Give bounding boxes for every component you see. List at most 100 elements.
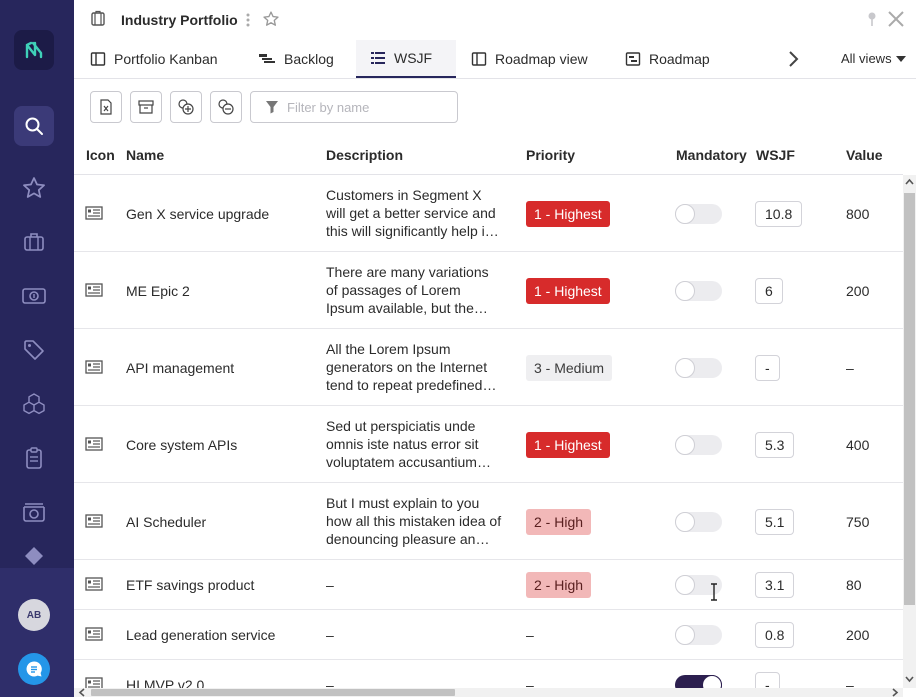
wsjf-score[interactable]: 3.1 — [755, 572, 795, 598]
table-row[interactable]: API management All the Lorem Ipsum genera… — [74, 329, 903, 406]
toggle-knob — [675, 280, 695, 301]
row-value[interactable]: – — [846, 360, 854, 376]
table-row[interactable]: ME Epic 2 There are many variations of pa… — [74, 252, 903, 329]
briefcase-icon — [24, 233, 44, 251]
column-header-icon[interactable]: Icon — [86, 147, 115, 163]
user-avatar[interactable]: AB — [18, 599, 50, 631]
priority-badge[interactable]: 1 - Highest — [526, 277, 610, 304]
row-name[interactable]: HI MVP v2.0 — [126, 677, 204, 688]
mandatory-toggle[interactable] — [675, 280, 722, 301]
priority-badge[interactable]: 2 - High — [526, 572, 592, 598]
row-description-text: – — [326, 627, 334, 643]
row-value[interactable]: – — [846, 677, 854, 688]
more-vertical-icon[interactable] — [246, 12, 250, 28]
nav-products[interactable] — [14, 384, 54, 424]
row-name[interactable]: Gen X service upgrade — [126, 206, 269, 222]
row-name[interactable]: Lead generation service — [126, 627, 275, 643]
nav-tasks[interactable] — [14, 438, 54, 478]
column-header-wsjf[interactable]: WSJF — [756, 147, 795, 163]
mandatory-toggle[interactable] — [675, 675, 722, 688]
favorite-star-icon[interactable] — [262, 10, 280, 28]
priority-badge[interactable]: 2 - High — [526, 508, 592, 535]
filter-box[interactable] — [250, 91, 458, 123]
tab-label: Backlog — [284, 51, 334, 67]
row-description-text: Customers in Segment X will get a better… — [326, 187, 499, 239]
all-views-dropdown[interactable]: All views — [841, 51, 906, 66]
row-name[interactable]: AI Scheduler — [126, 514, 206, 530]
tab-roadmap[interactable]: Roadmap — [611, 40, 724, 78]
scroll-down-icon — [905, 676, 914, 683]
wsjf-score[interactable]: 5.1 — [755, 508, 795, 535]
table-row[interactable]: AI Scheduler But I must explain to you ho… — [74, 483, 903, 560]
nav-tags[interactable] — [14, 330, 54, 370]
wsjf-score[interactable]: 6 — [755, 277, 783, 304]
nav-finance[interactable] — [14, 276, 54, 316]
nav-search[interactable] — [14, 106, 54, 146]
pin-icon[interactable] — [866, 11, 878, 27]
row-value[interactable]: 200 — [846, 627, 869, 643]
row-value[interactable]: 80 — [846, 577, 862, 593]
row-name[interactable]: API management — [126, 360, 234, 376]
mandatory-toggle[interactable] — [675, 625, 722, 645]
app-logo[interactable] — [14, 30, 54, 70]
horizontal-scroll-thumb[interactable] — [91, 689, 455, 696]
table-row[interactable]: Lead generation service – – 0.8 200 — [74, 610, 903, 660]
nav-more[interactable] — [14, 546, 54, 568]
priority-badge[interactable]: – — [526, 627, 534, 643]
view-tabs: Portfolio Kanban Backlog WSJF Roadmap vi… — [74, 40, 916, 79]
vertical-scrollbar[interactable] — [903, 175, 916, 688]
priority-badge[interactable]: 1 - Highest — [526, 200, 610, 227]
row-description: But I must explain to you how all this m… — [326, 494, 502, 548]
wsjf-score[interactable]: 5.3 — [755, 431, 795, 458]
nav-inbox[interactable] — [14, 492, 54, 532]
mandatory-toggle[interactable] — [675, 357, 722, 378]
export-excel-button[interactable] — [90, 91, 122, 123]
row-value[interactable]: 400 — [846, 437, 869, 453]
close-icon[interactable] — [886, 9, 906, 29]
wsjf-score[interactable]: - — [755, 354, 780, 381]
column-header-description[interactable]: Description — [326, 147, 403, 163]
column-header-priority[interactable]: Priority — [526, 147, 575, 163]
nav-favorites[interactable] — [14, 168, 54, 208]
table-row[interactable]: ETF savings product – 2 - High 3.1 80 — [74, 560, 903, 610]
row-name[interactable]: ME Epic 2 — [126, 283, 190, 299]
archive-button[interactable] — [130, 91, 162, 123]
wsjf-score[interactable]: 0.8 — [755, 622, 795, 648]
table-row[interactable]: Gen X service upgrade Customers in Segmen… — [74, 175, 903, 252]
add-item-button[interactable] — [170, 91, 202, 123]
tab-portfolio-kanban[interactable]: Portfolio Kanban — [76, 40, 232, 78]
row-name[interactable]: ETF savings product — [126, 577, 254, 593]
tab-roadmap-view[interactable]: Roadmap view — [457, 40, 602, 78]
row-value[interactable]: 800 — [846, 206, 869, 222]
table-row[interactable]: HI MVP v2.0 – – - – — [74, 660, 903, 688]
mandatory-toggle[interactable] — [675, 511, 722, 532]
column-header-mandatory[interactable]: Mandatory — [676, 147, 747, 163]
nav-portfolio[interactable] — [14, 222, 54, 262]
row-value[interactable]: 750 — [846, 514, 869, 530]
chevron-right-icon[interactable] — [786, 50, 800, 68]
row-value[interactable]: 200 — [846, 283, 869, 299]
filter-input[interactable] — [287, 99, 447, 115]
remove-item-button[interactable] — [210, 91, 242, 123]
clipboard-icon — [26, 447, 42, 469]
tab-wsjf[interactable]: WSJF — [356, 40, 456, 78]
toggle-knob — [675, 357, 695, 378]
wsjf-score[interactable]: 10.8 — [755, 200, 803, 227]
logo-icon — [25, 41, 43, 59]
row-name[interactable]: Core system APIs — [126, 437, 237, 453]
epic-icon — [85, 282, 103, 300]
row-description: – — [326, 626, 502, 644]
tab-backlog[interactable]: Backlog — [244, 40, 348, 78]
table-row[interactable]: Core system APIs Sed ut perspiciatis unde… — [74, 406, 903, 483]
column-header-value[interactable]: Value — [846, 147, 883, 163]
vertical-scroll-thumb[interactable] — [904, 193, 915, 605]
priority-badge[interactable]: 3 - Medium — [526, 354, 613, 381]
column-header-name[interactable]: Name — [126, 147, 164, 163]
chat-button[interactable] — [18, 653, 50, 685]
mandatory-toggle[interactable] — [675, 434, 722, 455]
horizontal-scrollbar[interactable] — [74, 688, 903, 697]
priority-badge[interactable]: 1 - Highest — [526, 431, 610, 458]
priority-badge[interactable]: – — [526, 677, 534, 688]
wsjf-score[interactable]: - — [755, 672, 780, 688]
mandatory-toggle[interactable] — [675, 203, 722, 224]
